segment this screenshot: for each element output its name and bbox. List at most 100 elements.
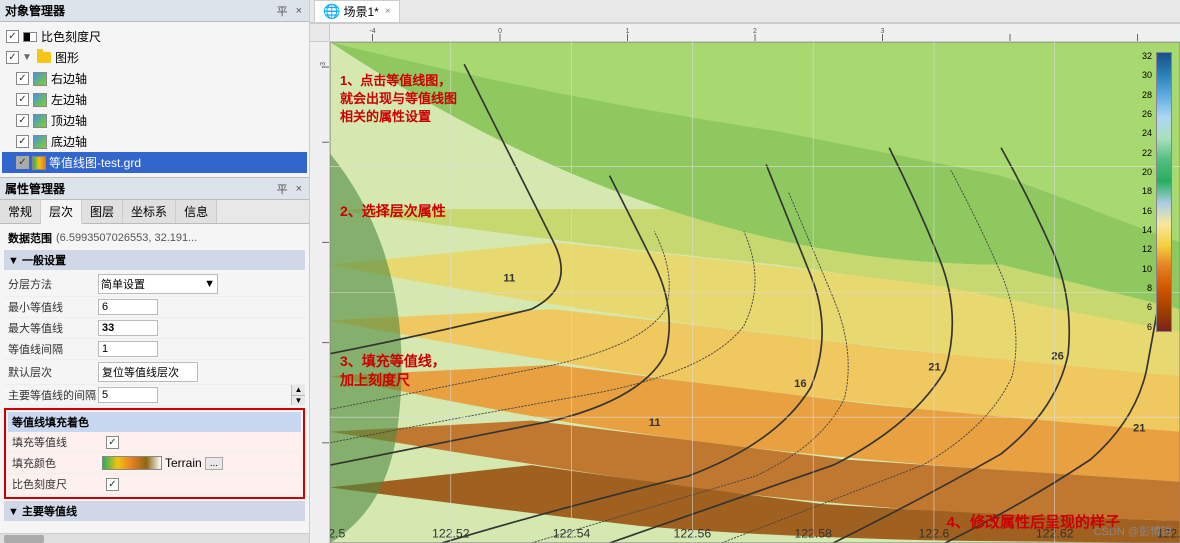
tab-normal[interactable]: 常规 (0, 200, 41, 223)
fill-color-row: 填充颜色 Terrain ... (8, 453, 301, 474)
prop-manager-close-btn[interactable]: × (294, 181, 304, 197)
map-area: 11 11 16 21 26 (330, 42, 1180, 543)
legend-val-32: 32 (1142, 52, 1152, 61)
bottom-axis-checkbox[interactable] (16, 135, 29, 148)
prop-manager-dock-btn[interactable]: 平 (275, 181, 290, 197)
obj-manager-title: 对象管理器 (5, 2, 65, 19)
prop-manager-title: 属性管理器 (5, 180, 65, 197)
vertical-ruler: -3 (310, 42, 330, 543)
prop-manager-titlebar: 属性管理器 平 × (0, 178, 309, 200)
legend-val-6b: 6 (1142, 323, 1152, 332)
svg-text:11: 11 (503, 272, 515, 284)
graphics-expand[interactable]: ▼ (22, 52, 34, 63)
prop-row-method: 分层方法 简单设置 ▼ (4, 272, 305, 297)
tree-item-graphics[interactable]: ▼ 图形 (2, 47, 307, 68)
contour-map-svg: 11 11 16 21 26 (330, 42, 1180, 543)
right-axis-checkbox[interactable] (16, 72, 29, 85)
tree-item-bottom-axis[interactable]: 底边轴 (2, 131, 307, 152)
prop-content-area: 数据范围 (6.5993507026553, 32.191... ▼ 一般设置 … (0, 224, 309, 533)
interval-label: 等值线间隔 (8, 341, 98, 357)
fill-color-label: 填充颜色 (12, 455, 102, 471)
scale-bar-checkbox[interactable] (106, 478, 119, 491)
fill-contour-label: 填充等值线 (12, 434, 102, 450)
legend-val-24: 24 (1142, 129, 1152, 138)
prop-scrollbar[interactable] (0, 533, 309, 543)
content-area: -4 0 1 2 3 (310, 24, 1180, 543)
obj-manager-close-btn[interactable]: × (294, 3, 304, 19)
svg-text:11: 11 (649, 417, 661, 429)
scale-bar-label: 比色刻度尺 (12, 476, 102, 492)
scrollbar-thumb[interactable] (4, 535, 44, 543)
svg-text:-4: -4 (369, 28, 375, 35)
data-range-label: 数据范围 (8, 230, 52, 246)
obj-manager-dock-btn[interactable]: 平 (275, 3, 290, 19)
legend-val-28: 28 (1142, 91, 1152, 100)
top-axis-checkbox[interactable] (16, 114, 29, 127)
scalebar-checkbox[interactable] (6, 30, 19, 43)
right-axis-icon (32, 71, 48, 87)
properties-manager: 属性管理器 平 × 常规 层次 图层 坐标系 信息 数据范围 (6.599350… (0, 178, 309, 543)
legend-val-6: 6 (1142, 303, 1152, 312)
ruler-corner (310, 24, 330, 42)
scroll-down-btn[interactable]: ▼ (292, 396, 305, 406)
scroll-up-btn[interactable]: ▲ (292, 385, 305, 396)
right-panel: 🌐 场景1* × -4 0 1 (310, 0, 1180, 543)
tab-coords[interactable]: 坐标系 (123, 200, 176, 223)
interval-value[interactable]: 1 (98, 341, 158, 357)
globe-icon: 🌐 (323, 3, 340, 20)
top-axis-icon (32, 113, 48, 129)
obj-manager-titlebar: 对象管理器 平 × (0, 0, 309, 22)
color-picker-btn[interactable]: ... (205, 457, 223, 470)
major-interval-value[interactable]: 5 (98, 387, 158, 403)
prop-row-major-interval: 主要等值线的间隔 5 ▲ ▼ (4, 385, 305, 406)
tab-info[interactable]: 信息 (176, 200, 217, 223)
fill-color-picker[interactable]: Terrain ... (102, 456, 223, 470)
svg-text:26: 26 (1051, 350, 1063, 362)
method-select[interactable]: 简单设置 ▼ (98, 274, 218, 294)
object-tree: 比色刻度尺 ▼ 图形 右边轴 (0, 22, 309, 177)
max-label: 最大等值线 (8, 320, 98, 336)
main-values-header[interactable]: ▼ 主要等值线 (4, 501, 305, 521)
default-level-value[interactable]: 复位等值线层次 (98, 362, 198, 382)
annotation-step2: 2、选择层次属性 (340, 202, 446, 222)
terrain-label: Terrain (165, 456, 202, 470)
tree-item-top-axis[interactable]: 顶边轴 (2, 110, 307, 131)
legend-val-8: 8 (1142, 284, 1152, 293)
legend-val-16: 16 (1142, 207, 1152, 216)
tab-level[interactable]: 层次 (41, 200, 82, 224)
tree-item-left-axis[interactable]: 左边轴 (2, 89, 307, 110)
top-axis-label: 顶边轴 (51, 112, 87, 129)
bottom-axis-label: 底边轴 (51, 133, 87, 150)
svg-text:-3: -3 (320, 62, 327, 68)
annotation-step3: 3、填充等值线， 加上刻度尺 (340, 332, 446, 391)
annotation-step1: 1、点击等值线图， 就会出现与等值线图 相关的属性设置 (340, 72, 457, 127)
contour-label: 等值线图-test.grd (49, 154, 141, 171)
general-settings-expand: ▼ (8, 255, 22, 267)
bottom-axis-icon (32, 134, 48, 150)
tree-item-contour[interactable]: 等值线图-test.grd (2, 152, 307, 173)
fill-contour-checkbox[interactable] (106, 436, 119, 449)
graphics-checkbox[interactable] (6, 51, 19, 64)
contour-fill-section: 等值线填充着色 填充等值线 填充颜色 Terrain ... (4, 408, 305, 499)
min-value[interactable]: 6 (98, 299, 158, 315)
svg-text:0: 0 (498, 28, 502, 35)
prop-row-min: 最小等值线 6 (4, 297, 305, 318)
left-axis-checkbox[interactable] (16, 93, 29, 106)
default-level-label: 默认层次 (8, 364, 98, 380)
map-row: -3 (310, 42, 1180, 543)
major-interval-label: 主要等值线的间隔 (8, 387, 98, 403)
contour-checkbox[interactable] (16, 156, 29, 169)
top-ruler-row: -4 0 1 2 3 (310, 24, 1180, 42)
svg-text:2: 2 (753, 28, 757, 35)
scene-tab[interactable]: 🌐 场景1* × (314, 0, 400, 22)
legend-val-12: 12 (1142, 245, 1152, 254)
tab-layer[interactable]: 图层 (82, 200, 123, 223)
tree-item-scalebar[interactable]: 比色刻度尺 (2, 26, 307, 47)
watermark: CSDN @彭博锐 (1094, 523, 1172, 539)
horizontal-ruler: -4 0 1 2 3 (330, 24, 1180, 42)
scalebar-label: 比色刻度尺 (41, 28, 101, 45)
tree-item-right-axis[interactable]: 右边轴 (2, 68, 307, 89)
max-value[interactable]: 33 (98, 320, 158, 336)
general-settings-header[interactable]: ▼ 一般设置 (4, 250, 305, 270)
scene-tab-close[interactable]: × (385, 6, 391, 17)
